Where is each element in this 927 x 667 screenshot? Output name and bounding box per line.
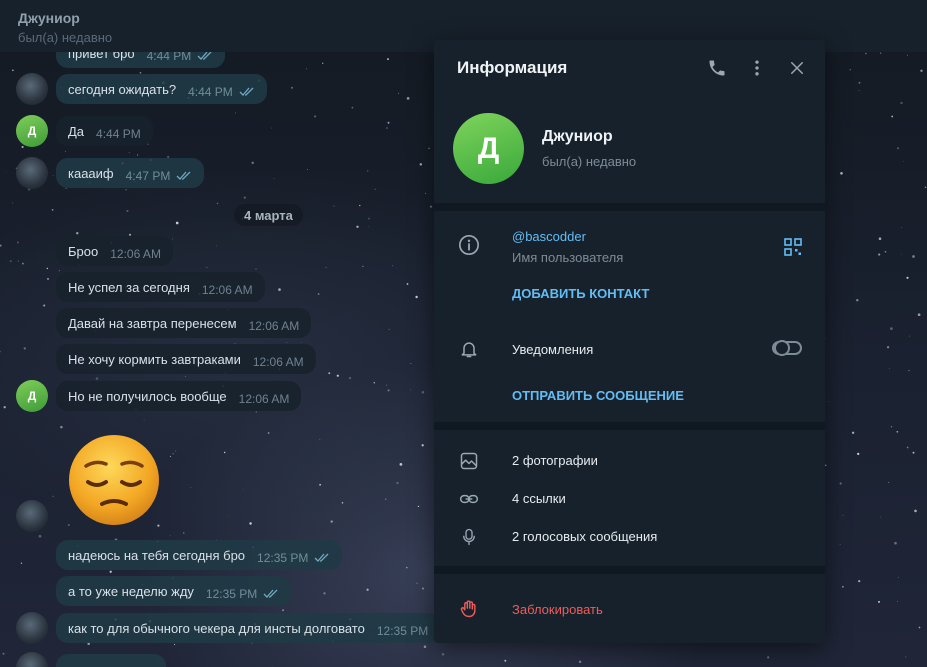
notifications-toggle[interactable] xyxy=(772,340,802,356)
message-time: 12:06 AM xyxy=(201,283,253,297)
chat-title[interactable]: Джуниор xyxy=(18,10,80,26)
message-text: как то для обычного чекера для инсты дол… xyxy=(68,620,365,636)
qr-code-icon xyxy=(784,238,802,256)
section-divider xyxy=(434,203,825,211)
read-check-icon xyxy=(239,87,255,97)
panel-title: Информация xyxy=(457,58,568,77)
section-divider xyxy=(434,566,825,574)
close-button[interactable] xyxy=(783,54,811,82)
notifications-label: Уведомления xyxy=(512,342,594,357)
voice-count: 2 голосовых сообщения xyxy=(512,529,658,544)
close-icon xyxy=(791,62,803,74)
info-icon xyxy=(457,233,481,257)
message-bubble[interactable]: Давай на завтра перенесем 12:06 AM xyxy=(56,308,312,338)
bell-icon xyxy=(457,337,481,361)
message-time: 12:06 AM xyxy=(252,355,304,369)
message-bubble[interactable] xyxy=(56,654,166,667)
microphone-icon xyxy=(457,525,481,549)
block-row[interactable] xyxy=(434,588,825,628)
info-panel[interactable]: Информация Д Джуниор был(а) недавно @bas… xyxy=(434,40,825,643)
photos-row[interactable] xyxy=(434,444,825,480)
message-time: 4:44 PM xyxy=(188,85,233,99)
message-bubble[interactable]: привет бро 4:44 PM xyxy=(56,52,226,68)
more-vertical-icon xyxy=(755,60,759,76)
profile-avatar[interactable]: Д xyxy=(453,113,524,184)
message-text: сегодня ожидать? xyxy=(68,81,177,97)
message-time: 12:35 PM xyxy=(205,587,258,601)
message-text: а то уже неделю жду xyxy=(68,583,194,599)
read-check-icon xyxy=(314,553,330,563)
photos-count: 2 фотографии xyxy=(512,453,598,468)
message-text: надеюсь на тебя сегодня бро xyxy=(68,547,246,563)
message-bubble[interactable]: Не хочу кормить завтраками 12:06 AM xyxy=(56,344,316,374)
link-icon xyxy=(457,487,481,511)
section-divider xyxy=(434,422,825,430)
message-time: 12:35 PM xyxy=(376,624,429,638)
message-bubble[interactable]: а то уже неделю жду 12:35 PM xyxy=(56,576,292,606)
add-contact-button[interactable]: ДОБАВИТЬ КОНТАКТ xyxy=(512,286,649,301)
message-text: Не хочу кормить завтраками xyxy=(68,351,241,367)
links-count: 4 ссылки xyxy=(512,491,566,506)
message-bubble[interactable]: Да 4:44 PM xyxy=(56,116,153,146)
date-separator: 4 марта xyxy=(234,204,303,226)
message-bubble[interactable]: Но не получилось вообще 12:06 AM xyxy=(56,381,302,411)
contact-avatar[interactable] xyxy=(16,612,48,644)
hand-stop-icon xyxy=(457,597,481,621)
message-bubble[interactable]: сегодня ожидать? 4:44 PM xyxy=(56,74,267,104)
more-button[interactable] xyxy=(743,54,771,82)
read-check-icon xyxy=(263,589,279,599)
contact-avatar[interactable] xyxy=(16,73,48,105)
message-bubble[interactable]: надеюсь на тебя сегодня бро 12:35 PM xyxy=(56,540,343,570)
message-time: 12:06 AM xyxy=(238,392,290,406)
message-bubble[interactable]: Броо 12:06 AM xyxy=(56,236,173,266)
message-bubble[interactable]: как то для обычного чекера для инсты дол… xyxy=(56,613,441,643)
pensive-face-emoji[interactable] xyxy=(66,432,162,528)
phone-icon xyxy=(709,60,725,76)
message-text: Броо xyxy=(68,243,99,259)
photo-icon xyxy=(457,449,481,473)
message-text: Но не получилось вообще xyxy=(68,388,227,404)
contact-avatar[interactable] xyxy=(16,157,48,189)
toggle-knob xyxy=(774,340,790,356)
message-time: 4:44 PM xyxy=(96,127,141,141)
read-check-icon xyxy=(197,52,213,61)
chat-status: был(а) недавно xyxy=(18,30,113,45)
message-time: 12:06 AM xyxy=(110,247,161,261)
send-message-button[interactable]: ОТПРАВИТЬ СООБЩЕНИЕ xyxy=(512,388,684,403)
call-button[interactable] xyxy=(703,54,731,82)
message-text: каааиф xyxy=(68,165,114,181)
links-row[interactable] xyxy=(434,482,825,518)
contact-avatar[interactable] xyxy=(16,500,48,532)
message-text: привет бро xyxy=(68,52,135,61)
profile-name: Джуниор xyxy=(542,128,613,145)
qr-code-button[interactable] xyxy=(781,235,805,259)
username-label: Имя пользователя xyxy=(512,250,624,265)
contact-avatar[interactable]: Д xyxy=(16,380,48,412)
message-text: Давай на завтра перенесем xyxy=(68,315,237,331)
read-check-icon xyxy=(176,171,192,181)
block-button[interactable]: Заблокировать xyxy=(512,602,603,617)
username-value[interactable]: @bascodder xyxy=(512,229,586,244)
message-text: Да xyxy=(68,123,85,139)
message-text: Не успел за сегодня xyxy=(68,279,190,295)
message-time: 4:47 PM xyxy=(125,169,171,183)
message-bubble[interactable]: каааиф 4:47 PM xyxy=(56,158,205,188)
message-time: 12:06 AM xyxy=(248,319,300,333)
contact-avatar[interactable]: Д xyxy=(16,115,48,147)
message-bubble[interactable]: Не успел за сегодня 12:06 AM xyxy=(56,272,265,302)
message-time: 4:44 PM xyxy=(146,52,192,63)
message-time: 12:35 PM xyxy=(257,551,309,565)
profile-status: был(а) недавно xyxy=(542,154,637,169)
